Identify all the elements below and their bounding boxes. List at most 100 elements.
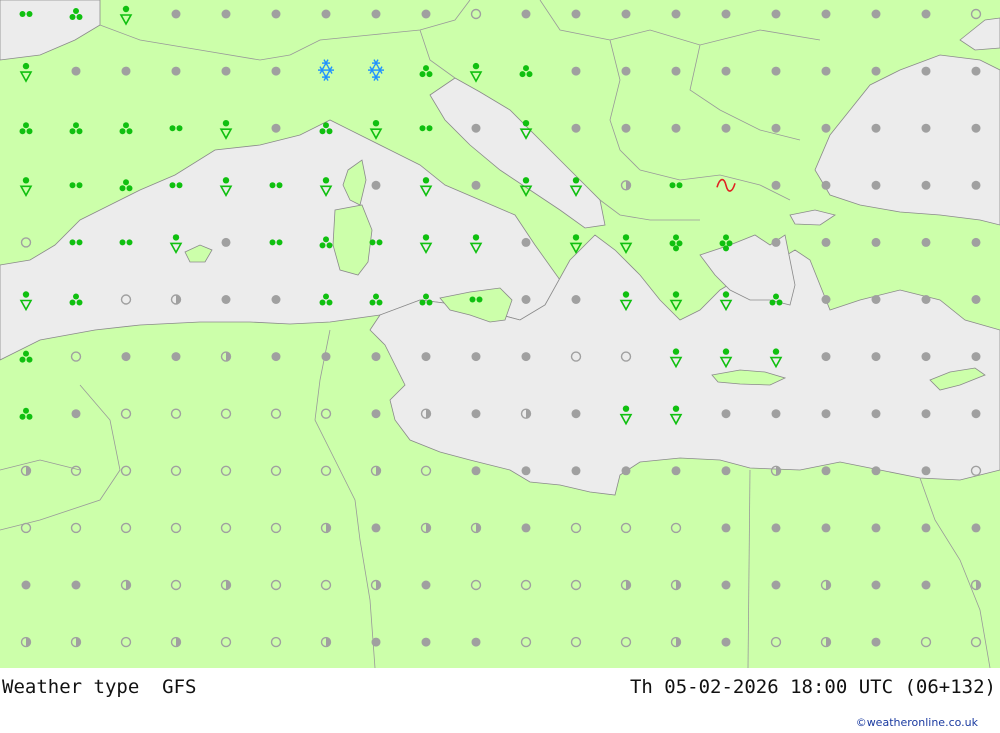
symbol-dot-icon bbox=[321, 9, 331, 19]
symbol-dot-icon bbox=[371, 352, 381, 362]
symbol-dot-icon bbox=[471, 466, 481, 476]
symbol-dot-icon bbox=[621, 9, 631, 19]
credit-link[interactable]: ©weatheronline.co.uk bbox=[856, 716, 978, 729]
symbol-dot-icon bbox=[421, 580, 431, 590]
symbol-dot-icon bbox=[421, 637, 431, 647]
symbol-dot-icon bbox=[71, 580, 81, 590]
symbol-dot-icon bbox=[821, 523, 831, 533]
symbol-dot-icon bbox=[971, 123, 981, 133]
symbol-dot-icon bbox=[821, 295, 831, 304]
symbol-dot-icon bbox=[171, 352, 181, 362]
symbol-dot-icon bbox=[371, 9, 381, 19]
symbol-dot-icon bbox=[921, 295, 931, 304]
symbol-dot-icon bbox=[771, 523, 781, 533]
symbol-dot-icon bbox=[771, 123, 781, 133]
symbol-dot-icon bbox=[821, 123, 831, 133]
symbol-dot-icon bbox=[371, 409, 381, 419]
symbol-dot-icon bbox=[421, 9, 431, 19]
symbol-dot-icon bbox=[571, 409, 581, 419]
symbol-dot-icon bbox=[271, 9, 281, 19]
symbol-dot-icon bbox=[271, 295, 281, 304]
symbol-dot-icon bbox=[671, 66, 681, 76]
symbol-dot-icon bbox=[921, 580, 931, 590]
symbol-dot-icon bbox=[221, 237, 231, 247]
symbol-dot-icon bbox=[171, 9, 181, 19]
symbol-dot-icon bbox=[521, 523, 531, 533]
symbol-dot-icon bbox=[771, 409, 781, 419]
symbol-dot-icon bbox=[321, 352, 331, 362]
symbol-dot-icon bbox=[971, 237, 981, 247]
map-title: Weather type GFS bbox=[2, 676, 197, 698]
symbol-dot-icon bbox=[821, 180, 831, 190]
symbol-dot-icon bbox=[571, 9, 581, 19]
symbol-dot-icon bbox=[921, 9, 931, 19]
symbol-dot-icon bbox=[171, 66, 181, 76]
symbol-dot-icon bbox=[221, 66, 231, 76]
symbol-dot-icon bbox=[871, 9, 881, 19]
symbol-dot-icon bbox=[721, 66, 731, 76]
symbol-dot-icon bbox=[671, 466, 681, 476]
symbol-dot-icon bbox=[571, 295, 581, 304]
symbol-dot-icon bbox=[921, 466, 931, 476]
symbol-dot-icon bbox=[971, 295, 981, 304]
symbol-dot-icon bbox=[521, 295, 531, 304]
symbol-dot-icon bbox=[71, 409, 81, 419]
symbol-dot-icon bbox=[821, 352, 831, 362]
weather-map bbox=[0, 0, 1000, 668]
symbol-dot-icon bbox=[871, 637, 881, 647]
symbol-dot-icon bbox=[771, 66, 781, 76]
symbol-dot-icon bbox=[21, 580, 31, 590]
symbol-dot-icon bbox=[271, 123, 281, 133]
symbol-dot-icon bbox=[871, 580, 881, 590]
symbol-dot-icon bbox=[871, 180, 881, 190]
symbol-dot-icon bbox=[921, 180, 931, 190]
symbol-dot-icon bbox=[521, 9, 531, 19]
symbol-dot-icon bbox=[721, 9, 731, 19]
symbol-dot-icon bbox=[471, 637, 481, 647]
symbol-dot-icon bbox=[471, 409, 481, 419]
symbol-dot-icon bbox=[971, 523, 981, 533]
symbol-dot-icon bbox=[671, 9, 681, 19]
symbol-dot-icon bbox=[471, 352, 481, 362]
symbol-dot-icon bbox=[471, 123, 481, 133]
valid-time: Th 05-02-2026 18:00 UTC (06+132) bbox=[629, 676, 996, 698]
symbol-dot-icon bbox=[71, 66, 81, 76]
symbol-dot-icon bbox=[521, 352, 531, 362]
symbol-dot-icon bbox=[221, 9, 231, 19]
symbol-dot-icon bbox=[821, 66, 831, 76]
symbol-dot-icon bbox=[921, 409, 931, 419]
symbol-dot-icon bbox=[721, 409, 731, 419]
symbol-dot-icon bbox=[871, 409, 881, 419]
symbol-dot-icon bbox=[621, 123, 631, 133]
title-text: Weather type bbox=[2, 676, 140, 698]
symbol-dot-icon bbox=[871, 66, 881, 76]
symbol-dot-icon bbox=[771, 237, 781, 247]
symbol-dot-icon bbox=[121, 66, 131, 76]
symbol-dot-icon bbox=[871, 237, 881, 247]
symbol-dot-icon bbox=[371, 180, 381, 190]
symbol-dot-icon bbox=[821, 466, 831, 476]
symbol-dot-icon bbox=[721, 637, 731, 647]
symbol-dot-icon bbox=[971, 66, 981, 76]
symbol-dot-icon bbox=[771, 180, 781, 190]
symbol-dot-icon bbox=[521, 237, 531, 247]
symbol-dot-icon bbox=[971, 409, 981, 419]
symbol-dot-icon bbox=[571, 123, 581, 133]
symbol-dot-icon bbox=[221, 295, 231, 304]
symbol-dot-icon bbox=[821, 9, 831, 19]
symbol-dot-icon bbox=[721, 580, 731, 590]
symbol-dot-icon bbox=[721, 123, 731, 133]
symbol-dot-icon bbox=[821, 237, 831, 247]
symbol-dot-icon bbox=[921, 66, 931, 76]
symbol-dot-icon bbox=[271, 66, 281, 76]
symbol-dot-icon bbox=[571, 466, 581, 476]
symbol-dot-icon bbox=[871, 523, 881, 533]
symbol-dot-icon bbox=[421, 352, 431, 362]
symbol-dot-icon bbox=[921, 352, 931, 362]
symbol-dot-icon bbox=[271, 352, 281, 362]
symbol-dot-icon bbox=[671, 123, 681, 133]
model-name: GFS bbox=[162, 676, 197, 698]
symbol-dot-icon bbox=[621, 66, 631, 76]
symbol-dot-icon bbox=[871, 123, 881, 133]
symbol-dot-icon bbox=[371, 637, 381, 647]
